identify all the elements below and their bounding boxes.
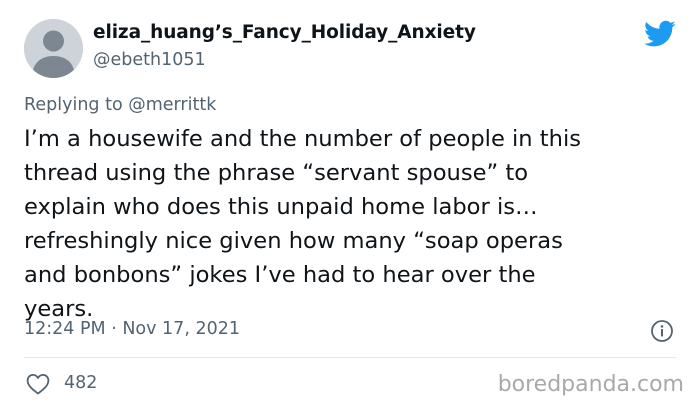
tweet-text-line: I’m a housewife and the number of people… [24, 126, 582, 152]
reply-mention-link[interactable]: @merrittk [128, 95, 216, 115]
twitter-bird-icon[interactable] [644, 20, 676, 48]
replying-to-prefix: Replying to [24, 95, 129, 115]
tweet-timestamp[interactable]: 12:24 PM · Nov 17, 2021 [24, 319, 240, 339]
author-display-name[interactable]: eliza_huang’s_Fancy_Holiday_Anxiety [93, 22, 476, 43]
replying-to-line: Replying to @merrittk [24, 95, 216, 115]
tweet-text-line: and bonbons” jokes I’ve had to hear over… [24, 262, 536, 288]
like-count: 482 [64, 373, 98, 393]
avatar[interactable] [24, 19, 83, 78]
watermark: boredpanda.com [497, 372, 684, 397]
author-handle[interactable]: @ebeth1051 [93, 50, 206, 70]
tweet-text-line: refreshingly nice given how many “soap o… [24, 228, 563, 254]
info-icon[interactable] [650, 319, 674, 343]
heart-icon[interactable] [26, 373, 50, 395]
default-avatar-icon [24, 19, 83, 78]
divider [24, 357, 676, 358]
tweet-text-line: explain who does this unpaid home labor … [24, 194, 538, 220]
tweet-text: I’m a housewife and the number of people… [24, 122, 676, 326]
tweet-text-line: thread using the phrase “servant spouse”… [24, 160, 529, 186]
